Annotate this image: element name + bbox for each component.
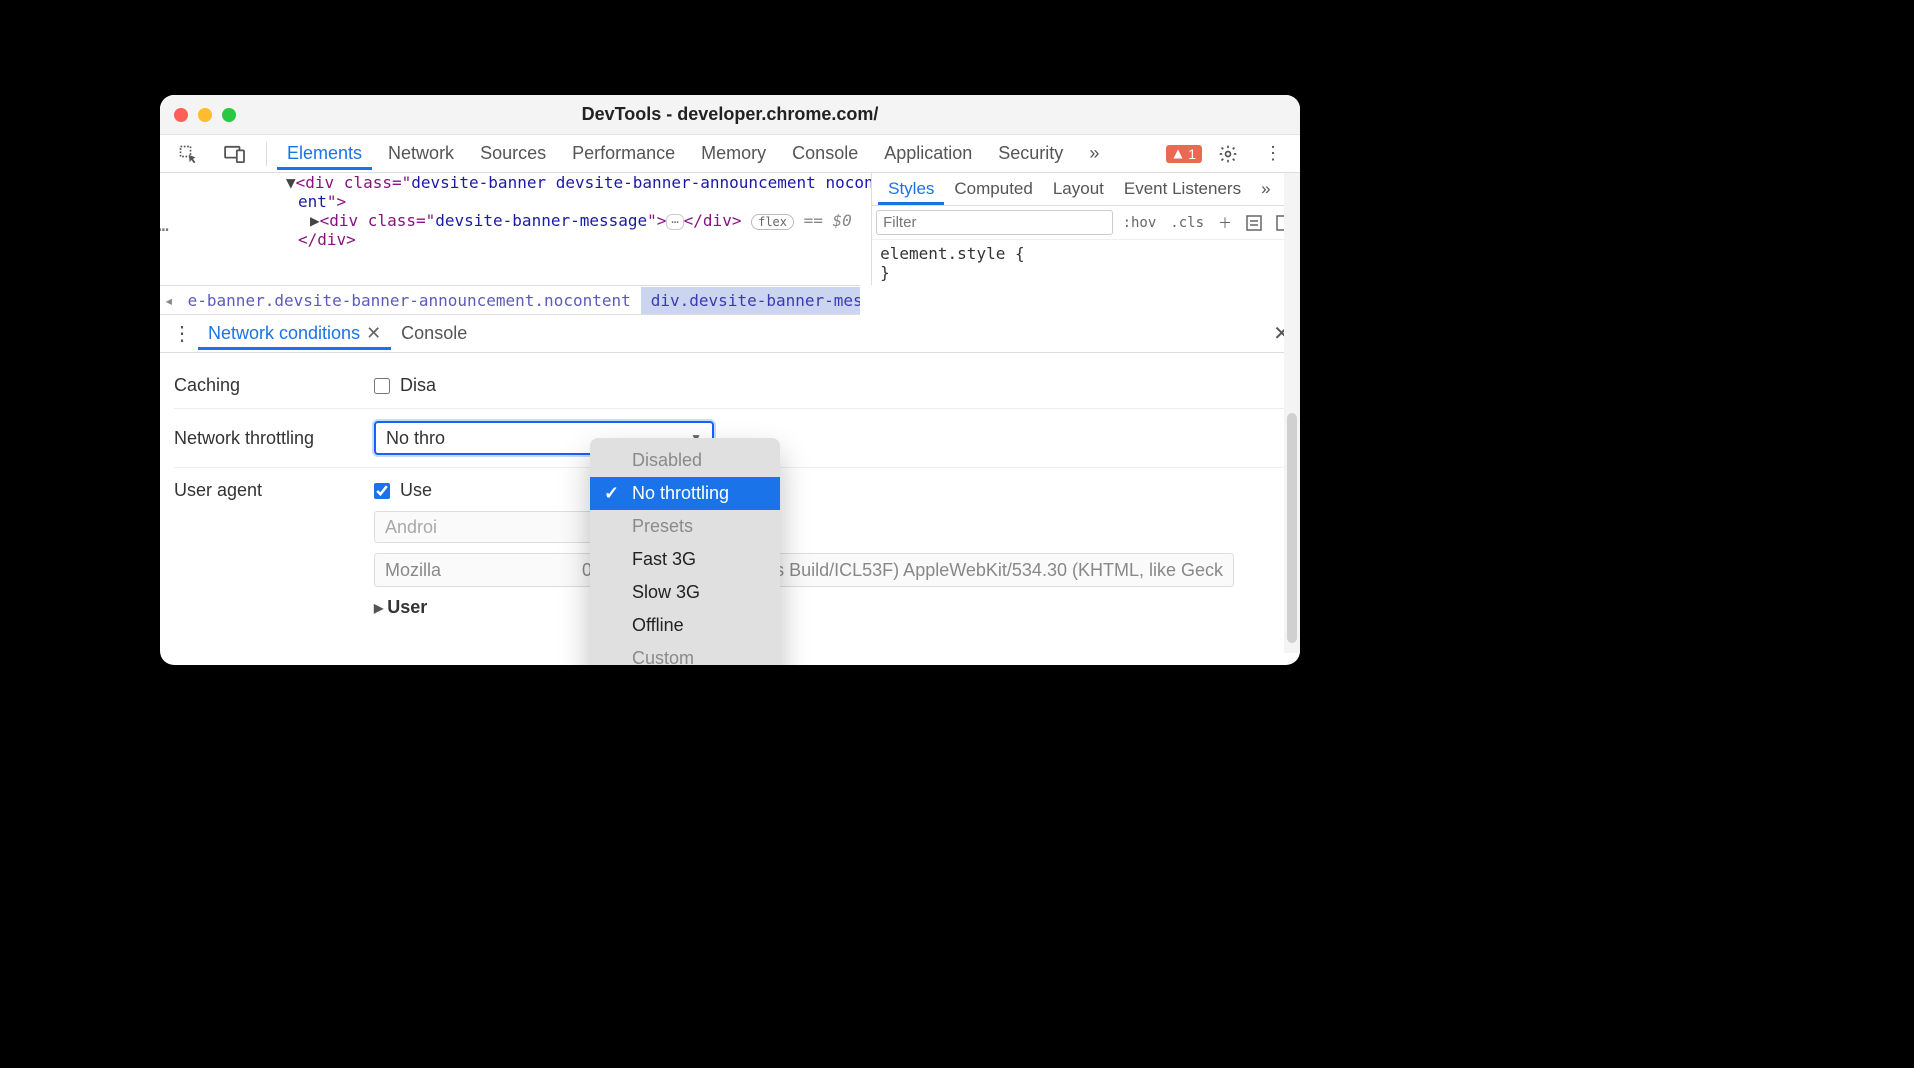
caching-label: Caching	[174, 375, 374, 396]
error-count: 1	[1188, 146, 1196, 162]
throttling-label: Network throttling	[174, 428, 374, 449]
menu-item-slow-3g[interactable]: Slow 3G	[590, 576, 780, 609]
toolbar-divider	[266, 142, 267, 166]
disable-cache-checkbox[interactable]	[374, 378, 390, 394]
settings-gear-icon[interactable]	[1208, 138, 1248, 170]
window-title: DevTools - developer.chrome.com/	[582, 104, 879, 125]
tab-memory[interactable]: Memory	[691, 137, 776, 170]
styles-tab-eventlisteners[interactable]: Event Listeners	[1114, 173, 1251, 205]
toggle-cls-button[interactable]: .cls	[1166, 215, 1208, 231]
dom-line[interactable]: </div>	[166, 230, 865, 249]
caching-row: Caching Disa	[174, 363, 1286, 409]
breadcrumb-scroll-left-icon[interactable]: ◂	[160, 291, 178, 310]
caret-right-icon: ▶	[374, 601, 383, 615]
disable-cache-label: Disa	[400, 375, 436, 396]
main-toolbar: Elements Network Sources Performance Mem…	[160, 135, 1300, 173]
toggle-hov-button[interactable]: :hov	[1119, 215, 1161, 231]
elements-panel: … ▼<div class="devsite-banner devsite-ba…	[160, 173, 1300, 285]
tab-elements[interactable]: Elements	[277, 137, 372, 170]
close-tab-icon[interactable]: ✕	[366, 323, 381, 344]
breadcrumb-item-selected[interactable]: div.devsite-banner-message	[641, 287, 860, 314]
zoom-window-button[interactable]	[222, 108, 236, 122]
new-style-rule-icon[interactable]: ＋	[1214, 213, 1236, 233]
styles-panel: Styles Computed Layout Event Listeners »…	[871, 173, 1300, 285]
client-hints-expander[interactable]: ▶ User	[374, 597, 427, 618]
rule-close-brace: }	[880, 263, 1292, 282]
use-browser-default-label: Use	[400, 480, 432, 501]
gutter-ellipsis-icon[interactable]: …	[160, 215, 169, 236]
throttling-select-value: No thro	[386, 428, 445, 449]
close-window-button[interactable]	[174, 108, 188, 122]
menu-item-offline[interactable]: Offline	[590, 609, 780, 642]
tab-security[interactable]: Security	[988, 137, 1073, 170]
styles-tab-computed[interactable]: Computed	[944, 173, 1042, 205]
device-toolbar-icon[interactable]	[214, 139, 256, 169]
titlebar: DevTools - developer.chrome.com/	[160, 95, 1300, 135]
scrollbar-thumb[interactable]	[1287, 413, 1297, 643]
styles-rules[interactable]: element.style { }	[872, 240, 1300, 286]
throttling-dropdown-menu: Disabled No throttling Presets Fast 3G S…	[590, 438, 780, 665]
menu-item-fast-3g[interactable]: Fast 3G	[590, 543, 780, 576]
dom-line[interactable]: ▼<div class="devsite-banner devsite-bann…	[166, 173, 865, 192]
inspect-element-icon[interactable]	[168, 138, 208, 170]
styles-filter-input[interactable]	[876, 210, 1112, 235]
tab-performance[interactable]: Performance	[562, 137, 685, 170]
drawer-tabs: ⋮ Network conditions ✕ Console ✕	[160, 315, 1300, 353]
rule-selector: element.style {	[880, 244, 1292, 263]
tab-network[interactable]: Network	[378, 137, 464, 170]
drawer-tab-console[interactable]: Console	[391, 317, 477, 350]
devtools-window: DevTools - developer.chrome.com/ Element…	[160, 95, 1300, 665]
window-controls	[174, 108, 236, 122]
styles-tabs: Styles Computed Layout Event Listeners »	[872, 173, 1300, 206]
user-agent-string-input[interactable]: Mozilla 0.2; en-us; Galaxy Nexus Build/I…	[374, 553, 1234, 587]
tab-console[interactable]: Console	[782, 137, 868, 170]
breadcrumb-item[interactable]: e-banner.devsite-banner-announcement.noc…	[178, 287, 641, 314]
menu-group-header: Disabled	[590, 444, 780, 477]
styles-toolbar: :hov .cls ＋	[872, 206, 1300, 240]
dom-line[interactable]: ent">	[166, 192, 865, 211]
menu-item-no-throttling[interactable]: No throttling	[590, 477, 780, 510]
more-tabs-icon[interactable]: »	[1079, 137, 1109, 170]
dom-tree[interactable]: … ▼<div class="devsite-banner devsite-ba…	[160, 173, 871, 285]
menu-group-header: Presets	[590, 510, 780, 543]
main-menu-kebab-icon[interactable]: ⋮	[1254, 137, 1292, 170]
tab-sources[interactable]: Sources	[470, 137, 556, 170]
menu-group-header: Custom	[590, 642, 780, 665]
styles-tab-styles[interactable]: Styles	[878, 173, 944, 205]
drawer-menu-kebab-icon[interactable]: ⋮	[166, 321, 198, 346]
minimize-window-button[interactable]	[198, 108, 212, 122]
styles-more-tabs-icon[interactable]: »	[1251, 173, 1280, 205]
styles-tab-layout[interactable]: Layout	[1043, 173, 1114, 205]
tab-application[interactable]: Application	[874, 137, 982, 170]
vertical-scrollbar[interactable]	[1284, 173, 1300, 653]
user-agent-label: User agent	[174, 480, 374, 501]
use-browser-default-checkbox[interactable]	[374, 483, 390, 499]
computed-styles-icon[interactable]	[1242, 215, 1266, 231]
dom-breadcrumbs[interactable]: ◂ e-banner.devsite-banner-announcement.n…	[160, 285, 860, 315]
error-count-badge[interactable]: 1	[1166, 145, 1202, 163]
dom-line-selected[interactable]: ▶<div class="devsite-banner-message">⋯</…	[166, 211, 865, 230]
drawer-tab-network-conditions[interactable]: Network conditions ✕	[198, 317, 391, 350]
